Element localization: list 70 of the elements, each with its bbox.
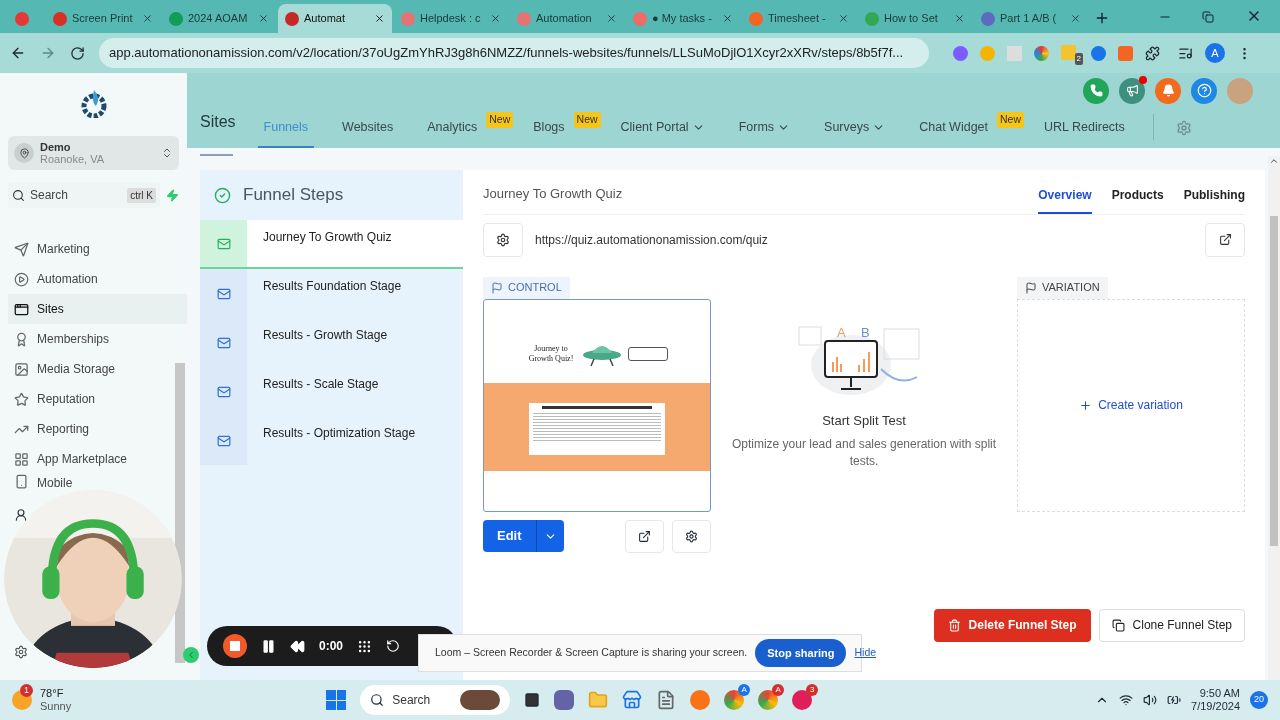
sidebar-item[interactable]: Marketing: [8, 234, 187, 264]
delete-button[interactable]: Delete Funnel Step: [933, 608, 1091, 642]
sidebar-item[interactable]: Media Storage: [8, 354, 187, 384]
app-badge: A: [772, 684, 785, 696]
step-title: Journey To Growth Quiz: [483, 185, 623, 203]
app-badge: 3: [806, 684, 819, 696]
search-field[interactable]: Search ctrl K: [8, 182, 160, 208]
browser-tab[interactable]: Part 1 A/B (: [974, 4, 1088, 33]
step-url[interactable]: https://quiz.automationonamission.com/quiz: [535, 230, 1193, 249]
funnel-step[interactable]: Journey To Growth Quiz: [200, 220, 463, 269]
hide-link[interactable]: Hide: [854, 645, 877, 661]
sidebar-item[interactable]: Sites: [8, 294, 187, 324]
preview-title: Journey to Growth Quiz!: [527, 343, 575, 364]
browser-tab[interactable]: Screen Print: [46, 4, 160, 33]
new-badge: New: [997, 112, 1024, 128]
clock-date: 7/19/2024: [1191, 700, 1240, 713]
nav-tab[interactable]: Forms: [732, 108, 797, 148]
browser-tab[interactable]: Helpdesk : c: [394, 4, 508, 33]
sidebar-item[interactable]: Memberships: [8, 324, 187, 354]
browser-tab[interactable]: ● My tasks -: [626, 4, 740, 33]
step-tab[interactable]: Overview: [1038, 185, 1092, 214]
nav-tab[interactable]: Client Portal: [614, 108, 711, 148]
nav-tab[interactable]: URL Redirects: [1038, 108, 1131, 148]
address-bar[interactable]: app.automationonamission.com/v2/location/37oUgZmYhRJ3g8h6NMZZ/funnels-websites/funnels/LLSuMoDjlO1Xcyr2xXRv/steps/8b5f7f...: [99, 38, 929, 68]
split-test-title: Start Split Test: [822, 411, 906, 430]
clone-button[interactable]: Clone Funnel Step: [1098, 608, 1245, 642]
sidebar-item[interactable]: Reporting: [8, 414, 187, 444]
step-tab[interactable]: Products: [1111, 185, 1164, 214]
temperature: 78°F: [40, 687, 65, 700]
sidebar-item[interactable]: App Marketplace: [8, 444, 187, 474]
new-badge: New: [486, 112, 514, 128]
funnel-step[interactable]: Results - Optimization Stage: [200, 416, 463, 465]
section-title: Sites: [200, 112, 236, 132]
new-badge: New: [573, 112, 601, 128]
edit-split-button[interactable]: Edit: [483, 520, 564, 552]
sidebar-item[interactable]: Automation: [8, 264, 187, 294]
account-name: Demo: [40, 141, 72, 153]
split-test-drawing: A B: [789, 316, 939, 397]
panel-title: Funnel Steps: [243, 184, 344, 207]
weather-condition: Sunny: [40, 700, 72, 713]
browser-tab[interactable]: How to Set: [858, 4, 972, 33]
browser-tab[interactable]: Automat: [278, 4, 392, 33]
account-location: Roanoke, VA: [40, 153, 105, 165]
app-badge: A: [738, 684, 751, 696]
stop-sharing-button[interactable]: Stop sharing: [755, 639, 847, 667]
funnel-step[interactable]: Results - Scale Stage: [200, 367, 463, 416]
sharing-message: Loom – Screen Recorder & Screen Capture is sharing your screen.: [435, 645, 748, 661]
funnel-step[interactable]: Results - Growth Stage: [200, 318, 463, 367]
recording-timer: 0:00: [319, 638, 344, 655]
shortcut-badge: ctrl K: [127, 187, 156, 203]
clock-time: 9:50 AM: [1199, 687, 1240, 700]
funnel-step[interactable]: Results Foundation Stage: [200, 269, 463, 318]
notification-badge[interactable]: 20: [1250, 691, 1268, 709]
variation-text: VARIATION: [1042, 280, 1100, 296]
create-variation-button[interactable]: Create variation: [1079, 396, 1183, 414]
browser-tab[interactable]: 2024 AOAM: [162, 4, 276, 33]
weather-badge: 1: [20, 684, 33, 697]
browser-tab[interactable]: Automation: [510, 4, 624, 33]
nav-tab[interactable]: Surveys: [818, 108, 892, 148]
browser-tab[interactable]: Timesheet -: [742, 4, 856, 33]
sidebar-item[interactable]: Reputation: [8, 384, 187, 414]
account-switcher[interactable]: Demo Roanoke, VA: [8, 136, 179, 170]
step-tab[interactable]: Publishing: [1183, 185, 1245, 214]
nav-tab[interactable]: Websites: [336, 108, 400, 148]
sidebar-item[interactable]: Mobile: [8, 474, 187, 492]
control-text: CONTROL: [508, 280, 562, 296]
profile-avatar[interactable]: A: [1205, 43, 1225, 63]
split-test-description: Optimize your lead and sales generation with split tests.: [730, 436, 998, 470]
extension-badge: 2: [1074, 53, 1083, 65]
taskbar-search[interactable]: Search: [360, 685, 511, 715]
